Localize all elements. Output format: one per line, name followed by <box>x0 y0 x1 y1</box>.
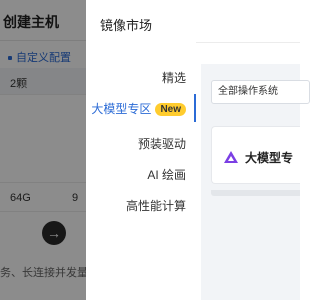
active-nav-indicator <box>194 94 196 122</box>
nav-item-preinstalled-drivers[interactable]: 预装驱动 <box>138 135 186 152</box>
new-badge: New <box>155 103 186 116</box>
nav-item-label: 高性能计算 <box>125 199 186 213</box>
modal-title: 镜像市场 <box>100 18 153 33</box>
image-card-title: 大模型专 <box>245 151 294 165</box>
image-market-modal: 镜像市场 精选 大模型专区 New 预装驱动 AI 绘画 高性能计算 全部操作系统… <box>86 0 310 300</box>
nav-item-llm-zone[interactable]: 大模型专区 New <box>91 100 186 117</box>
triangle-logo-icon <box>224 151 238 163</box>
os-filter-select[interactable]: 全部操作系统 <box>211 80 310 104</box>
modal-header: 镜像市场 <box>86 0 300 43</box>
card-shadow <box>211 190 300 196</box>
nav-item-featured[interactable]: 精选 <box>162 69 186 86</box>
nav-item-label: 预装驱动 <box>137 137 186 151</box>
nav-item-label: 精选 <box>161 71 186 85</box>
nav-item-ai-painting[interactable]: AI 绘画 <box>147 166 186 183</box>
nav-item-hpc[interactable]: 高性能计算 <box>126 197 186 214</box>
image-card[interactable]: 大模型专 <box>211 126 300 184</box>
nav-item-label: 大模型专区 <box>91 102 152 116</box>
nav-item-label: AI 绘画 <box>147 168 186 182</box>
modal-side-nav: 精选 大模型专区 New 预装驱动 AI 绘画 高性能计算 <box>86 42 196 300</box>
modal-content: 全部操作系统 大模型专 <box>201 64 310 300</box>
